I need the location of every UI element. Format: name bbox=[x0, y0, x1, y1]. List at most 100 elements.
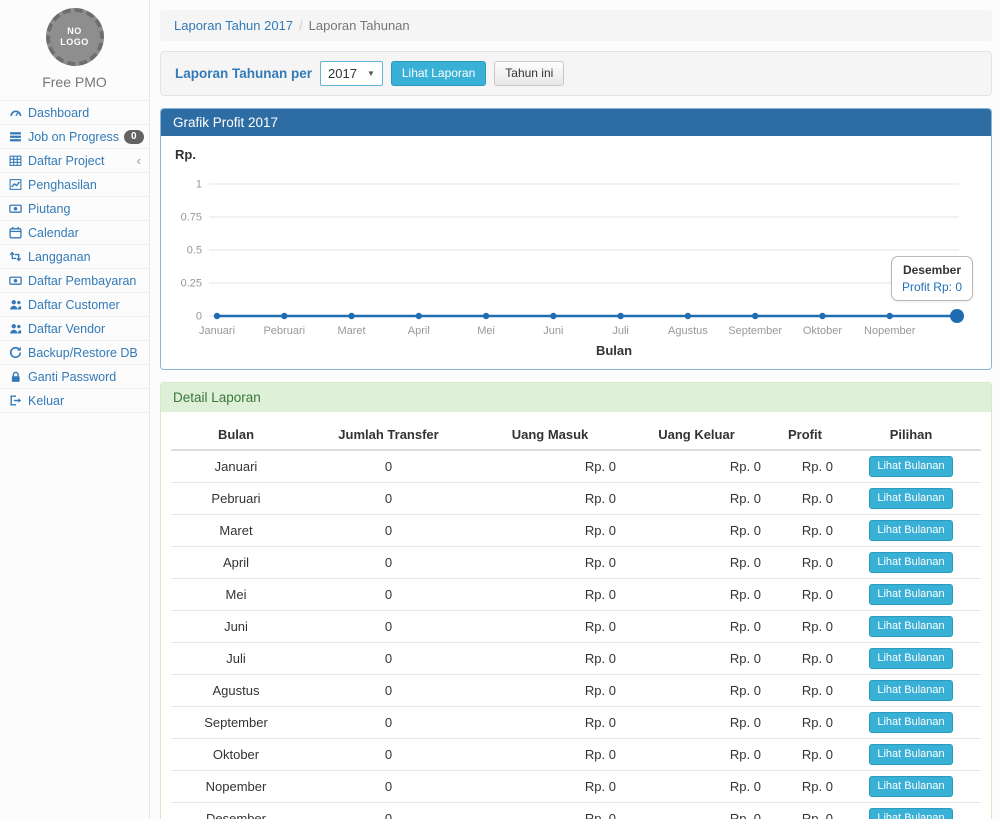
table-row: Oktober0Rp. 0Rp. 0Rp. 0Lihat Bulanan bbox=[171, 739, 981, 771]
lihat-bulanan-button[interactable]: Lihat Bulanan bbox=[869, 584, 952, 605]
table-row: Agustus0Rp. 0Rp. 0Rp. 0Lihat Bulanan bbox=[171, 675, 981, 707]
cell-pilihan: Lihat Bulanan bbox=[841, 803, 981, 819]
sidebar-item-job-on-progress[interactable]: Job on Progress0 bbox=[0, 125, 149, 149]
cell-pilihan: Lihat Bulanan bbox=[841, 675, 981, 707]
sidebar-item-calendar[interactable]: Calendar bbox=[0, 221, 149, 245]
cell-jumlah-transfer: 0 bbox=[301, 579, 476, 611]
count-badge: 0 bbox=[124, 130, 144, 144]
col-header-jumlah-transfer: Jumlah Transfer bbox=[301, 420, 476, 450]
sidebar-item-keluar[interactable]: Keluar bbox=[0, 389, 149, 413]
cell-jumlah-transfer: 0 bbox=[301, 547, 476, 579]
sidebar-menu: DashboardJob on Progress0Daftar Project‹… bbox=[0, 100, 149, 413]
report-table-body: Januari0Rp. 0Rp. 0Rp. 0Lihat BulananPebr… bbox=[171, 450, 981, 819]
svg-text:Juni: Juni bbox=[543, 325, 563, 337]
table-row: Juli0Rp. 0Rp. 0Rp. 0Lihat Bulanan bbox=[171, 643, 981, 675]
retweet-icon bbox=[8, 250, 23, 263]
lihat-laporan-button[interactable]: Lihat Laporan bbox=[391, 61, 486, 86]
lihat-bulanan-button[interactable]: Lihat Bulanan bbox=[869, 488, 952, 509]
line-chart-icon bbox=[8, 178, 23, 191]
cell-pilihan: Lihat Bulanan bbox=[841, 643, 981, 675]
sidebar-item-piutang[interactable]: Piutang bbox=[0, 197, 149, 221]
cell-bulan: Juni bbox=[171, 611, 301, 643]
cell-profit: Rp. 0 bbox=[769, 547, 841, 579]
cell-pilihan: Lihat Bulanan bbox=[841, 450, 981, 483]
chart-panel-title: Grafik Profit 2017 bbox=[161, 109, 991, 136]
lihat-bulanan-button[interactable]: Lihat Bulanan bbox=[869, 456, 952, 477]
sidebar-item-ganti-password[interactable]: Ganti Password bbox=[0, 365, 149, 389]
table-row: Maret0Rp. 0Rp. 0Rp. 0Lihat Bulanan bbox=[171, 515, 981, 547]
table-row: Desember0Rp. 0Rp. 0Rp. 0Lihat Bulanan bbox=[171, 803, 981, 819]
year-select-value: 2017 bbox=[328, 66, 357, 81]
sign-out-icon bbox=[8, 394, 23, 407]
table-row: Juni0Rp. 0Rp. 0Rp. 0Lihat Bulanan bbox=[171, 611, 981, 643]
cell-uang-keluar: Rp. 0 bbox=[624, 579, 769, 611]
sidebar-item-daftar-pembayaran[interactable]: Daftar Pembayaran bbox=[0, 269, 149, 293]
sidebar-item-backup-restore-db[interactable]: Backup/Restore DB bbox=[0, 341, 149, 365]
sidebar-item-daftar-customer[interactable]: Daftar Customer bbox=[0, 293, 149, 317]
cell-bulan: Januari bbox=[171, 450, 301, 483]
svg-text:September: September bbox=[728, 325, 782, 337]
cell-uang-keluar: Rp. 0 bbox=[624, 739, 769, 771]
breadcrumb-separator: / bbox=[299, 18, 303, 33]
cell-pilihan: Lihat Bulanan bbox=[841, 547, 981, 579]
cell-jumlah-transfer: 0 bbox=[301, 643, 476, 675]
sidebar-item-label: Backup/Restore DB bbox=[28, 346, 138, 360]
svg-text:Bulan: Bulan bbox=[596, 343, 632, 358]
chevron-left-icon: ‹ bbox=[137, 156, 141, 166]
table-row: Mei0Rp. 0Rp. 0Rp. 0Lihat Bulanan bbox=[171, 579, 981, 611]
sidebar-item-label: Ganti Password bbox=[28, 370, 116, 384]
detail-laporan-panel: Detail Laporan Bulan Jumlah Transfer Uan… bbox=[160, 382, 992, 819]
cell-uang-masuk: Rp. 0 bbox=[476, 803, 624, 819]
svg-text:0.75: 0.75 bbox=[181, 212, 202, 224]
cell-uang-masuk: Rp. 0 bbox=[476, 515, 624, 547]
sidebar-item-label: Piutang bbox=[28, 202, 70, 216]
svg-text:1: 1 bbox=[196, 179, 202, 191]
lihat-bulanan-button[interactable]: Lihat Bulanan bbox=[869, 552, 952, 573]
svg-text:0: 0 bbox=[196, 311, 202, 323]
cell-profit: Rp. 0 bbox=[769, 515, 841, 547]
year-select[interactable]: 2017 ▼ bbox=[320, 61, 383, 86]
svg-text:0.25: 0.25 bbox=[181, 278, 202, 290]
cell-uang-masuk: Rp. 0 bbox=[476, 483, 624, 515]
lihat-bulanan-button[interactable]: Lihat Bulanan bbox=[869, 776, 952, 797]
lihat-bulanan-button[interactable]: Lihat Bulanan bbox=[869, 808, 952, 819]
cell-uang-keluar: Rp. 0 bbox=[624, 611, 769, 643]
sidebar-item-daftar-project[interactable]: Daftar Project‹ bbox=[0, 149, 149, 173]
col-header-uang-masuk: Uang Masuk bbox=[476, 420, 624, 450]
refresh-icon bbox=[8, 346, 23, 359]
cell-bulan: September bbox=[171, 707, 301, 739]
sidebar-item-daftar-vendor[interactable]: Daftar Vendor bbox=[0, 317, 149, 341]
cell-profit: Rp. 0 bbox=[769, 643, 841, 675]
cell-profit: Rp. 0 bbox=[769, 450, 841, 483]
profit-chart-svg[interactable]: Rp.00.250.50.751JanuariPebruariMaretApri… bbox=[171, 144, 981, 359]
table-row: Pebruari0Rp. 0Rp. 0Rp. 0Lihat Bulanan bbox=[171, 483, 981, 515]
cell-uang-keluar: Rp. 0 bbox=[624, 803, 769, 819]
cell-bulan: Oktober bbox=[171, 739, 301, 771]
users-icon bbox=[8, 298, 23, 311]
table-row: Nopember0Rp. 0Rp. 0Rp. 0Lihat Bulanan bbox=[171, 771, 981, 803]
sidebar-item-penghasilan[interactable]: Penghasilan bbox=[0, 173, 149, 197]
lihat-bulanan-button[interactable]: Lihat Bulanan bbox=[869, 680, 952, 701]
logo-text-line1: NO bbox=[67, 26, 82, 37]
sidebar-item-dashboard[interactable]: Dashboard bbox=[0, 101, 149, 125]
lihat-bulanan-button[interactable]: Lihat Bulanan bbox=[869, 712, 952, 733]
svg-text:0.5: 0.5 bbox=[187, 245, 202, 257]
cell-profit: Rp. 0 bbox=[769, 739, 841, 771]
lihat-bulanan-button[interactable]: Lihat Bulanan bbox=[869, 520, 952, 541]
money-icon bbox=[8, 202, 23, 215]
cell-uang-masuk: Rp. 0 bbox=[476, 611, 624, 643]
table-header-row: Bulan Jumlah Transfer Uang Masuk Uang Ke… bbox=[171, 420, 981, 450]
cell-profit: Rp. 0 bbox=[769, 675, 841, 707]
lihat-bulanan-button[interactable]: Lihat Bulanan bbox=[869, 616, 952, 637]
cell-uang-masuk: Rp. 0 bbox=[476, 579, 624, 611]
cell-uang-masuk: Rp. 0 bbox=[476, 739, 624, 771]
lihat-bulanan-button[interactable]: Lihat Bulanan bbox=[869, 744, 952, 765]
tahun-ini-button[interactable]: Tahun ini bbox=[494, 61, 564, 86]
cell-profit: Rp. 0 bbox=[769, 803, 841, 819]
cell-uang-keluar: Rp. 0 bbox=[624, 707, 769, 739]
detail-panel-title: Detail Laporan bbox=[161, 383, 991, 412]
breadcrumb-link[interactable]: Laporan Tahun 2017 bbox=[174, 18, 293, 33]
logo: NO LOGO Free PMO bbox=[0, 0, 149, 90]
lihat-bulanan-button[interactable]: Lihat Bulanan bbox=[869, 648, 952, 669]
sidebar-item-langganan[interactable]: Langganan bbox=[0, 245, 149, 269]
